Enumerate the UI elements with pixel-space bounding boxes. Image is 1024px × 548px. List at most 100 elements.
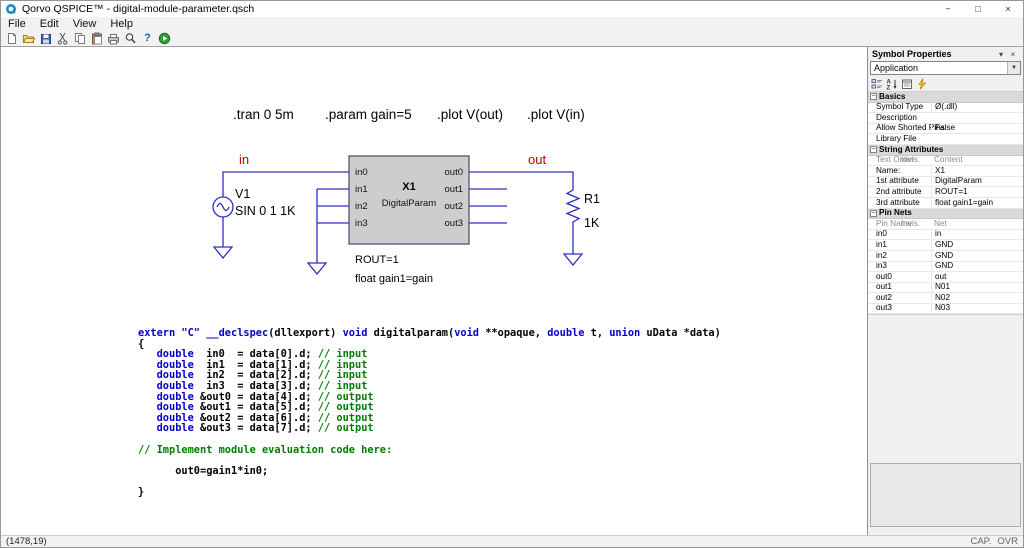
menu-file[interactable]: File [1,18,33,30]
property-row-allow-shorted-pins[interactable]: Allow Shorted Pins False [868,123,1023,135]
open-folder-icon[interactable] [21,31,36,46]
section-label: Basics [879,91,906,101]
zoom-icon[interactable] [123,31,138,46]
copy-icon[interactable] [72,31,87,46]
property-value[interactable]: GND [931,261,1023,272]
x1-refdes: X1 [402,181,415,193]
property-row-in2[interactable]: in2 GND [868,250,1023,262]
property-value[interactable]: N03 [931,303,1023,314]
property-value[interactable]: False [931,123,1023,134]
categorized-icon[interactable] [871,78,883,90]
voltage-source-v1[interactable] [212,196,234,218]
property-name: Description [876,112,917,122]
sort-alphabetical-icon[interactable]: AZ [886,78,898,90]
chevron-down-icon[interactable]: ▾ [995,50,1007,59]
property-section-string-attributes[interactable]: − String Attributes [868,145,1023,156]
combo-dropdown-icon[interactable]: ▼ [1007,62,1020,74]
net-label-in[interactable]: in [239,152,249,167]
symbol-x1[interactable]: in0 in1 in2 in3 out0 out1 out2 out3 X1 D… [348,155,470,245]
app-icon [6,4,16,14]
x1-attr-gain[interactable]: float gain1=gain [355,273,433,285]
maximize-button[interactable]: □ [963,1,993,17]
property-section-pin-nets[interactable]: − Pin Nets [868,208,1023,220]
property-pages-icon[interactable] [901,78,913,90]
property-value[interactable]: in [931,229,1023,240]
app-window: Qorvo QSPICE™ - digital-module-parameter… [0,0,1024,548]
property-value[interactable]: DigitalParam [931,176,1023,187]
property-value[interactable]: Ø(.dll) [931,102,1023,113]
code-line: double &out3 = data[7].d; // output [156,422,374,435]
property-row-3rd-attribute[interactable]: 3rd attribute float gain1=gain [868,197,1023,209]
directive-plot-out[interactable]: .plot V(out) [437,107,503,122]
property-name: in1 [876,239,887,249]
collapse-icon[interactable]: − [870,209,877,217]
panel-close-icon[interactable]: × [1007,50,1019,59]
property-row-out1[interactable]: out1 N01 [868,282,1023,294]
close-button[interactable]: × [993,1,1023,17]
property-section-basics[interactable]: − Basics [868,92,1023,103]
panel-toolbar: AZ [868,75,1023,91]
property-value[interactable]: GND [931,239,1023,251]
property-value[interactable]: float gain1=gain [931,197,1023,208]
section-label: String Attributes [879,144,944,154]
property-name: 3rd attribute [876,197,920,207]
property-value[interactable]: out [931,271,1023,283]
property-value[interactable]: N01 [931,282,1023,293]
net-label-out[interactable]: out [528,152,546,167]
directive-param[interactable]: .param gain=5 [325,107,412,122]
r1-value[interactable]: 1K [584,216,600,230]
pin-out3: out3 [445,218,464,229]
property-value[interactable]: ROUT=1 [931,186,1023,198]
r1-refdes[interactable]: R1 [584,192,600,206]
help-icon[interactable]: ? [140,31,155,46]
subheader-col: Content [934,155,963,165]
property-row-out0[interactable]: out0 out [868,271,1023,283]
events-icon[interactable] [916,77,928,90]
property-row-symbol-type[interactable]: Symbol Type Ø(.dll) [868,102,1023,114]
application-selector[interactable]: Application ▼ [870,61,1021,75]
main-area: .tran 0 5m .param gain=5 .plot V(out) .p… [1,47,1023,535]
property-row-in0[interactable]: in0 in [868,229,1023,241]
property-row-in3[interactable]: in3 GND [868,261,1023,273]
property-row-out2[interactable]: out2 N02 [868,292,1023,304]
menu-view[interactable]: View [66,18,104,30]
collapse-icon[interactable]: − [870,146,877,154]
new-file-icon[interactable] [4,31,19,46]
menu-help[interactable]: Help [103,18,140,30]
caps-indicator: CAP. [970,536,992,547]
code-block[interactable]: extern "C" __declspec(dllexport) void di… [138,328,721,498]
property-value[interactable]: X1 [931,165,1023,177]
property-row-2nd-attribute[interactable]: 2nd attribute ROUT=1 [868,186,1023,198]
x1-attr-rout[interactable]: ROUT=1 [355,254,399,266]
property-name: in3 [876,261,887,271]
property-row-library-file[interactable]: Library File [868,134,1023,145]
property-row-out3[interactable]: out3 N03 [868,303,1023,315]
property-value[interactable]: N02 [931,292,1023,304]
property-row-name-[interactable]: Name: X1 [868,165,1023,177]
property-row-1st-attribute[interactable]: 1st attribute DigitalParam [868,176,1023,188]
pin-out1: out1 [445,184,464,195]
minimize-button[interactable]: − [933,1,963,17]
directive-tran[interactable]: .tran 0 5m [233,107,294,122]
property-row-in1[interactable]: in1 GND [868,239,1023,251]
property-value[interactable]: GND [931,250,1023,261]
paste-icon[interactable] [89,31,104,46]
v1-refdes[interactable]: V1 [235,187,250,201]
print-icon[interactable] [106,31,121,46]
property-row-description[interactable]: Description [868,113,1023,124]
run-icon[interactable] [157,31,172,46]
save-icon[interactable] [38,31,53,46]
schematic-editor[interactable]: .tran 0 5m .param gain=5 .plot V(out) .p… [1,47,867,535]
v1-value[interactable]: SIN 0 1 1K [235,204,296,218]
property-name: Symbol Type [876,102,924,112]
property-name: in2 [876,250,887,260]
menu-edit[interactable]: Edit [33,18,66,30]
subheader-col: Net [934,218,947,228]
property-name: Library File [876,133,917,143]
pin-in3: in3 [355,218,368,229]
collapse-icon[interactable]: − [870,93,877,101]
cut-icon[interactable] [55,31,70,46]
resistor-r1[interactable] [565,186,581,231]
panel-header: Symbol Properties ▾ × [868,47,1023,61]
directive-plot-in[interactable]: .plot V(in) [527,107,585,122]
